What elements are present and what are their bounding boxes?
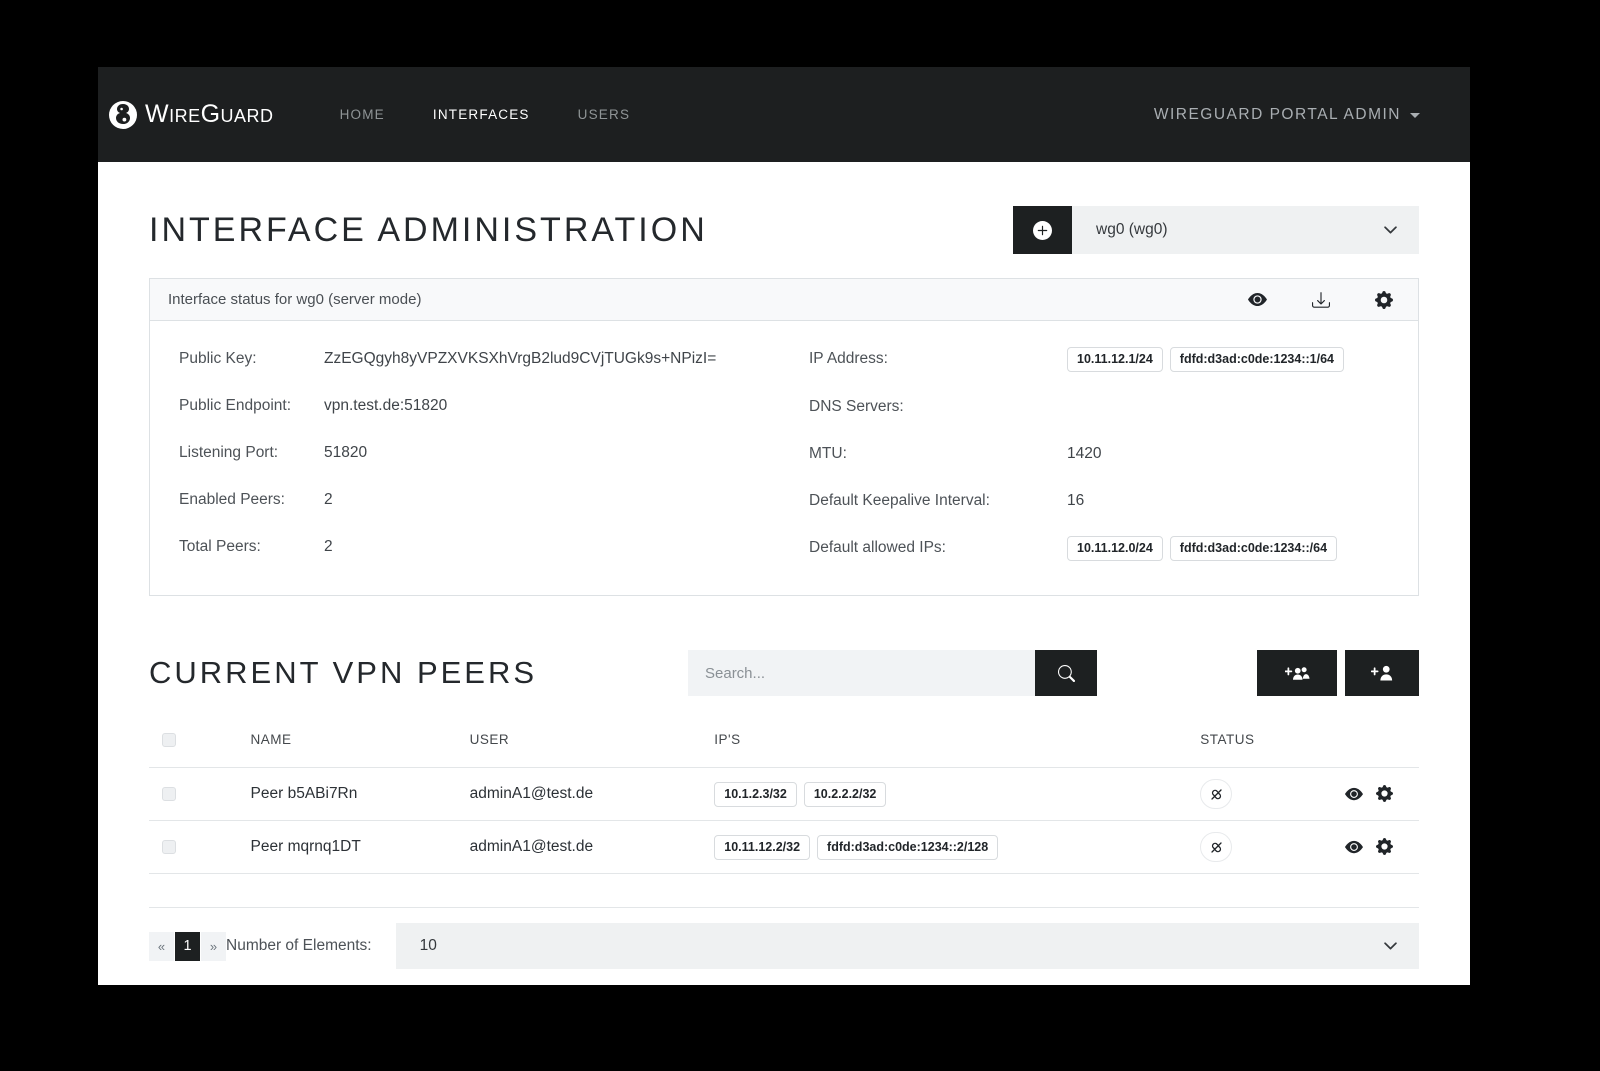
show-config-button[interactable] — [1248, 290, 1267, 309]
column-header-ips: IP'S — [714, 718, 1200, 768]
ip-badge: 10.1.2.3/32 — [714, 782, 797, 807]
ip-badge: fdfd:d3ad:c0de:1234::/64 — [1170, 536, 1337, 561]
ip-badge: 10.11.12.1/24 — [1067, 347, 1163, 372]
navbar: WireGuard HOME INTERFACES USERS WIREGUAR… — [98, 67, 1470, 162]
peer-user: adminA1@test.de — [470, 768, 715, 821]
screen: WireGuard HOME INTERFACES USERS WIREGUAR… — [0, 0, 1600, 1071]
peers-table: NAME USER IP'S STATUS Peer b5ABi7Rn admi… — [149, 718, 1419, 874]
column-header-name: NAME — [251, 718, 470, 768]
chevron-down-icon — [1384, 226, 1397, 235]
pagination-prev[interactable]: « — [149, 932, 174, 961]
select-all-checkbox[interactable] — [162, 733, 176, 747]
table-row: Peer mqrnq1DT adminA1@test.de 10.11.12.2… — [149, 821, 1419, 874]
chevron-down-icon — [1384, 942, 1397, 951]
divider — [149, 907, 1419, 908]
row-checkbox[interactable] — [162, 787, 176, 801]
field-listening-port: Listening Port: 51820 — [179, 441, 780, 465]
wireguard-logo-icon — [108, 100, 138, 130]
search-icon — [1058, 665, 1075, 682]
ip-badge: 10.11.12.0/24 — [1067, 536, 1163, 561]
add-peer-button[interactable] — [1345, 650, 1419, 696]
peer-name: Peer b5ABi7Rn — [251, 768, 470, 821]
nav-item-home[interactable]: HOME — [316, 101, 409, 128]
brand-name: WireGuard — [145, 100, 274, 129]
user-menu-dropdown[interactable]: WIREGUARD PORTAL ADMIN — [1154, 106, 1420, 124]
brand-link[interactable]: WireGuard — [108, 100, 274, 130]
pagination-next[interactable]: » — [201, 932, 226, 961]
link-slash-icon — [1209, 840, 1224, 855]
page-title: INTERFACE ADMINISTRATION — [149, 211, 708, 250]
ip-badge: fdfd:d3ad:c0de:1234::2/128 — [817, 835, 998, 860]
ip-badge: fdfd:d3ad:c0de:1234::1/64 — [1170, 347, 1344, 372]
plus-circle-icon — [1033, 221, 1052, 240]
edit-interface-button[interactable] — [1375, 291, 1393, 309]
table-header-row: NAME USER IP'S STATUS — [149, 718, 1419, 768]
pagination: « 1 » — [149, 932, 226, 961]
pagination-page-1[interactable]: 1 — [175, 932, 200, 961]
add-interface-button[interactable] — [1013, 206, 1072, 254]
field-keepalive: Default Keepalive Interval: 16 — [809, 489, 1418, 513]
column-header-status: STATUS — [1200, 718, 1335, 768]
card-title: Interface status for wg0 (server mode) — [168, 291, 421, 308]
gear-icon — [1376, 785, 1393, 802]
card-body: Public Key: ZzEGQgyh8yVPZXVKSXhVrgB2lud9… — [150, 321, 1418, 595]
ip-badge: 10.2.2.2/32 — [804, 782, 887, 807]
elements-per-page-value: 10 — [420, 937, 437, 955]
edit-peer-button[interactable] — [1376, 838, 1393, 855]
peer-name: Peer mqrnq1DT — [251, 821, 470, 874]
card-header: Interface status for wg0 (server mode) — [150, 279, 1418, 321]
user-menu-label: WIREGUARD PORTAL ADMIN — [1154, 106, 1401, 124]
search-input[interactable] — [688, 650, 1035, 696]
field-mtu: MTU: 1420 — [809, 442, 1418, 466]
peer-user: adminA1@test.de — [470, 821, 715, 874]
search-button[interactable] — [1035, 650, 1097, 696]
interface-select-value: wg0 (wg0) — [1096, 221, 1168, 239]
app-window: WireGuard HOME INTERFACES USERS WIREGUAR… — [98, 67, 1470, 985]
gear-icon — [1376, 838, 1393, 855]
show-peer-button[interactable] — [1345, 785, 1363, 803]
show-peer-button[interactable] — [1345, 838, 1363, 856]
field-ip-address: IP Address: 10.11.12.1/24 fdfd:d3ad:c0de… — [809, 347, 1418, 372]
nav-item-interfaces[interactable]: INTERFACES — [409, 101, 554, 128]
add-multiple-peers-button[interactable] — [1257, 650, 1337, 696]
eye-icon — [1345, 785, 1363, 803]
users-plus-icon — [1285, 663, 1310, 683]
elements-per-page-select[interactable]: 10 — [396, 923, 1419, 969]
peers-title: CURRENT VPN PEERS — [149, 655, 537, 691]
download-icon — [1312, 291, 1330, 309]
field-public-key: Public Key: ZzEGQgyh8yVPZXVKSXhVrgB2lud9… — [179, 347, 780, 371]
ip-badge: 10.11.12.2/32 — [714, 835, 810, 860]
main-nav: HOME INTERFACES USERS — [316, 101, 655, 128]
field-allowed-ips: Default allowed IPs: 10.11.12.0/24 fdfd:… — [809, 536, 1418, 561]
status-badge — [1200, 832, 1232, 862]
field-dns-servers: DNS Servers: — [809, 395, 1418, 419]
link-slash-icon — [1209, 787, 1224, 802]
peer-search — [688, 650, 1097, 696]
eye-icon — [1248, 290, 1267, 309]
interface-status-card: Interface status for wg0 (server mode) — [149, 278, 1419, 596]
eye-icon — [1345, 838, 1363, 856]
status-badge — [1200, 779, 1232, 809]
interface-select[interactable]: wg0 (wg0) — [1072, 206, 1419, 254]
interface-controls: wg0 (wg0) — [1013, 206, 1419, 254]
gear-icon — [1375, 291, 1393, 309]
field-total-peers: Total Peers: 2 — [179, 535, 780, 559]
field-public-endpoint: Public Endpoint: vpn.test.de:51820 — [179, 394, 780, 418]
caret-down-icon — [1410, 113, 1420, 118]
row-checkbox[interactable] — [162, 840, 176, 854]
edit-peer-button[interactable] — [1376, 785, 1393, 802]
field-enabled-peers: Enabled Peers: 2 — [179, 488, 780, 512]
column-header-user: USER — [470, 718, 715, 768]
user-plus-icon — [1371, 663, 1394, 683]
main-content: INTERFACE ADMINISTRATION wg0 (wg0) Inter… — [98, 162, 1470, 985]
table-row: Peer b5ABi7Rn adminA1@test.de 10.1.2.3/3… — [149, 768, 1419, 821]
elements-per-page-label: Number of Elements: — [226, 937, 372, 955]
nav-item-users[interactable]: USERS — [554, 101, 655, 128]
download-config-button[interactable] — [1312, 291, 1330, 309]
